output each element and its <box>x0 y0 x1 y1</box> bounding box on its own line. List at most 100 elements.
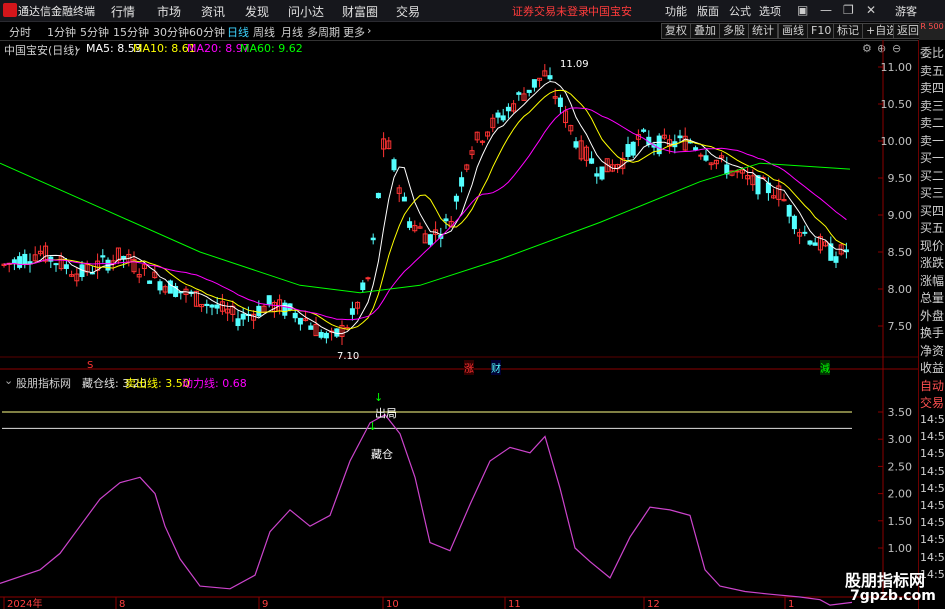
candle-body <box>391 159 397 171</box>
menu-ask[interactable]: 问小达 <box>288 3 324 20</box>
panel-item: 买五 <box>920 221 945 235</box>
period-daily[interactable]: 日线 <box>227 24 249 40</box>
btn-fq[interactable]: 复权 <box>661 23 691 39</box>
menu-wealth[interactable]: 财富圈 <box>342 3 378 20</box>
candle-body <box>573 141 579 148</box>
btn-draw[interactable]: 画线 <box>778 23 808 39</box>
period-5min[interactable]: 5分钟 <box>80 24 109 40</box>
login-notice[interactable]: 证券交易未登录 <box>512 3 589 19</box>
ind-tick-label: 3.00 <box>888 433 913 446</box>
candle-body <box>495 112 501 118</box>
indicator-menu-icon[interactable]: ⌄ <box>4 374 13 387</box>
indicator-name[interactable]: 股朋指标网 <box>16 375 71 391</box>
candle-body <box>459 177 465 187</box>
skin-icon[interactable]: ▣ <box>797 3 808 17</box>
candle-body <box>292 312 298 319</box>
btn-overlay[interactable]: 叠加 <box>690 23 720 39</box>
panel-item: 卖三 <box>920 98 945 113</box>
btn-mark[interactable]: 标记 <box>833 23 863 39</box>
panel-item: 买三 <box>920 186 945 200</box>
hide-note: 藏仓 <box>371 448 393 461</box>
panel-item: 卖四 <box>920 81 945 95</box>
menu-discover[interactable]: 发现 <box>245 3 269 20</box>
candle-body <box>22 253 28 265</box>
price-tick-label: 8.50 <box>888 246 913 259</box>
menu-quotes[interactable]: 行情 <box>111 3 135 20</box>
candle-body <box>266 295 272 305</box>
candle-body <box>157 281 163 291</box>
candle-body <box>63 264 69 269</box>
panel-item: 14:56 <box>920 447 945 461</box>
candle-body <box>308 325 314 330</box>
candle-body <box>360 282 366 290</box>
menu-news[interactable]: 资讯 <box>201 3 225 20</box>
period-more[interactable]: 更多 <box>343 24 365 40</box>
close-icon[interactable]: ✕ <box>866 3 876 17</box>
maximize-icon[interactable]: ❐ <box>843 3 854 17</box>
candle-body <box>297 317 303 325</box>
panel-item: 14:56 <box>920 464 945 478</box>
candle-body <box>693 147 699 151</box>
minimize-icon[interactable]: — <box>820 3 832 17</box>
btn-stats[interactable]: 统计 <box>748 23 778 39</box>
btn-f10[interactable]: F10 <box>807 23 836 39</box>
x-tick-label: 2024年 <box>7 597 42 609</box>
stock-name-top: 中国宝安 <box>588 5 632 18</box>
kline-chart[interactable]: 11.0010.5010.009.509.008.508.007.50 3.50… <box>0 40 918 609</box>
marker-s[interactable]: S <box>87 360 93 371</box>
candle-body <box>407 221 413 228</box>
candle-body <box>318 332 324 338</box>
price-tick-label: 10.50 <box>881 98 913 111</box>
x-tick-label: 8 <box>119 599 125 609</box>
panel-item: 总量 <box>920 291 945 305</box>
panel-item: 换手 <box>920 326 945 340</box>
x-tick-label: 1 <box>788 599 794 609</box>
period-1min[interactable]: 1分钟 <box>47 24 76 40</box>
period-15min[interactable]: 15分钟 <box>113 24 149 40</box>
panel-item[interactable]: 自动 <box>920 378 944 394</box>
x-tick-label: 9 <box>262 599 268 609</box>
candle-body <box>786 205 792 217</box>
ma60-line <box>0 162 851 294</box>
menu-layout[interactable]: 版面 <box>697 3 719 19</box>
ind-tick-label: 2.00 <box>888 488 913 501</box>
candle-body <box>526 89 532 93</box>
candle-body <box>677 135 683 139</box>
candle-body <box>641 129 647 132</box>
period-timeshare[interactable]: 分时 <box>9 24 31 40</box>
menu-trade[interactable]: 交易 <box>396 3 420 20</box>
candle-body <box>807 240 813 245</box>
candle-body <box>630 141 636 156</box>
user-label[interactable]: 游客 <box>895 3 917 19</box>
panel-item[interactable]: 交易 <box>920 395 944 411</box>
period-multi[interactable]: 多周期 <box>307 24 340 40</box>
price-tick-label: 9.00 <box>888 209 913 222</box>
candle-body <box>531 79 537 88</box>
candle-body <box>349 308 355 315</box>
menu-market[interactable]: 市场 <box>157 3 181 20</box>
period-60min[interactable]: 60分钟 <box>189 24 225 40</box>
menu-formula[interactable]: 公式 <box>729 3 751 19</box>
menu-function[interactable]: 功能 <box>665 3 687 19</box>
marker-finance[interactable]: 财 <box>491 360 501 375</box>
candle-body <box>547 75 553 80</box>
period-weekly[interactable]: 周线 <box>253 24 275 40</box>
marker-reduce[interactable]: 減 <box>820 360 830 375</box>
period-monthly[interactable]: 月线 <box>281 24 303 40</box>
watermark-url: 7gpzb.com <box>850 588 936 604</box>
candle-body <box>323 332 329 339</box>
candle-body <box>755 175 761 195</box>
marker-up[interactable]: 涨 <box>464 360 474 375</box>
panel-item: 14:56 <box>920 550 945 564</box>
chevron-right-icon[interactable]: › <box>367 24 371 37</box>
menu-options[interactable]: 选项 <box>759 3 781 19</box>
x-tick-label: 11 <box>508 599 521 609</box>
panel-item: 买一 <box>920 151 945 165</box>
period-30min[interactable]: 30分钟 <box>153 24 189 40</box>
btn-multi-stock[interactable]: 多股 <box>719 23 749 39</box>
candle-body <box>698 154 704 157</box>
candle-body <box>443 218 449 222</box>
candle-body <box>453 195 459 202</box>
power-line <box>0 413 853 606</box>
ind-tick-label: 3.50 <box>888 406 913 419</box>
